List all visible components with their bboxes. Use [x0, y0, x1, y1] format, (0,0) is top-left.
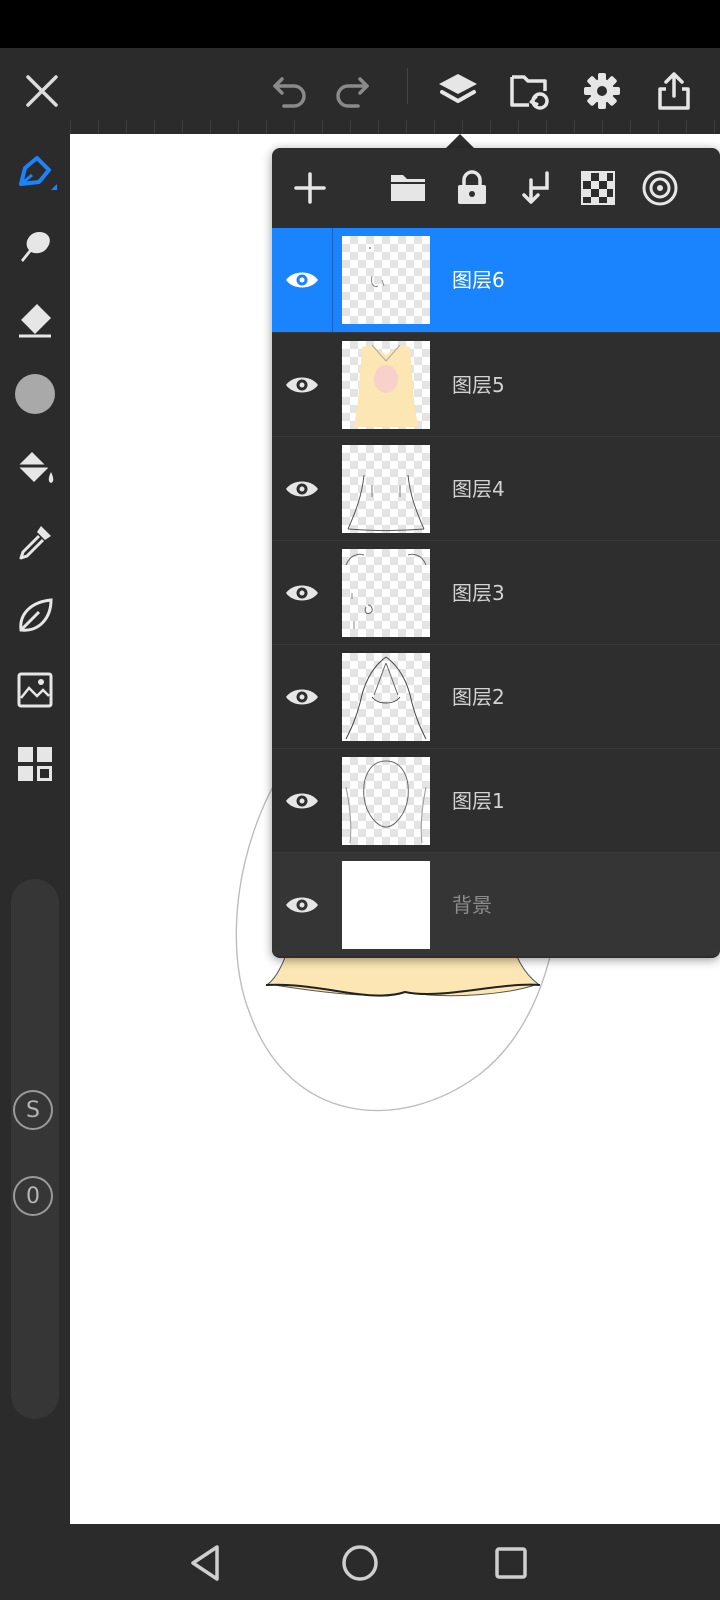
brush-size-slider[interactable] [11, 879, 59, 1419]
back-icon[interactable] [180, 1538, 230, 1588]
undo-icon[interactable] [262, 63, 318, 119]
status-bar [0, 0, 720, 48]
smudge-icon[interactable] [11, 222, 59, 270]
canvas-ruler [70, 120, 720, 134]
share-icon[interactable] [646, 63, 702, 119]
layer-name: 图层2 [452, 685, 505, 709]
grid-icon[interactable] [11, 740, 59, 788]
folder-icon[interactable] [382, 162, 434, 214]
eraser-icon[interactable] [11, 296, 59, 344]
panel-pointer [446, 134, 474, 148]
add-icon[interactable] [284, 162, 336, 214]
s-quick-label: S [26, 1097, 40, 1123]
eye-icon[interactable] [272, 645, 332, 749]
merge-down-icon[interactable] [510, 162, 562, 214]
fill-bucket-icon[interactable] [11, 444, 59, 492]
color-icon[interactable] [11, 370, 59, 418]
home-icon[interactable] [335, 1538, 385, 1588]
layer-name: 背景 [452, 893, 492, 917]
layers-panel-toolbar [272, 148, 720, 228]
eye-icon[interactable] [272, 749, 332, 853]
eye-icon[interactable] [272, 228, 333, 332]
eye-icon[interactable] [272, 541, 332, 645]
layer-thumbnail [342, 236, 430, 324]
zero-quick-button[interactable]: 0 [13, 1176, 53, 1216]
target-icon[interactable] [634, 162, 686, 214]
close-icon[interactable] [14, 63, 70, 119]
eye-icon[interactable] [272, 853, 332, 957]
layer-thumbnail [342, 445, 430, 533]
layer-row-3[interactable]: 图层3 [272, 540, 720, 644]
recents-icon[interactable] [486, 1538, 536, 1588]
layer-name: 图层6 [452, 268, 505, 292]
redo-icon[interactable] [324, 63, 380, 119]
lock-icon[interactable] [446, 162, 498, 214]
image-import-icon[interactable] [11, 666, 59, 714]
eye-icon[interactable] [272, 333, 332, 437]
system-nav-bar [0, 1524, 720, 1600]
layer-name: 图层5 [452, 373, 505, 397]
layer-row-background[interactable]: 背景 [272, 852, 720, 956]
s-quick-button[interactable]: S [13, 1090, 53, 1130]
toolbar-divider [407, 68, 408, 104]
layer-row-6[interactable]: 图层6 [272, 228, 720, 332]
eyedropper-icon[interactable] [11, 518, 59, 566]
layer-row-2[interactable]: 图层2 [272, 644, 720, 748]
layer-name: 图层3 [452, 581, 505, 605]
gear-icon[interactable] [574, 63, 630, 119]
eye-icon[interactable] [272, 437, 332, 541]
layers-icon[interactable] [430, 63, 486, 119]
gallery-sync-icon[interactable] [502, 63, 558, 119]
layer-name: 图层4 [452, 477, 505, 501]
layer-row-1[interactable]: 图层1 [272, 748, 720, 852]
zero-quick-label: 0 [26, 1183, 40, 1209]
layer-row-5[interactable]: 图层5 [272, 332, 720, 436]
layer-thumbnail [342, 757, 430, 845]
pen-icon[interactable] [11, 148, 59, 196]
layer-thumbnail [342, 861, 430, 949]
layer-thumbnail [342, 549, 430, 637]
layers-panel: 图层6 图层5 图层4 图层3 图层2 图层1 背景 [272, 148, 720, 958]
layer-name: 图层1 [452, 789, 505, 813]
leaf-icon[interactable] [11, 592, 59, 640]
layer-thumbnail [342, 341, 430, 429]
tool-sidebar: S 0 [0, 134, 70, 1524]
layer-thumbnail [342, 653, 430, 741]
transparency-icon[interactable] [572, 162, 624, 214]
layer-row-4[interactable]: 图层4 [272, 436, 720, 540]
